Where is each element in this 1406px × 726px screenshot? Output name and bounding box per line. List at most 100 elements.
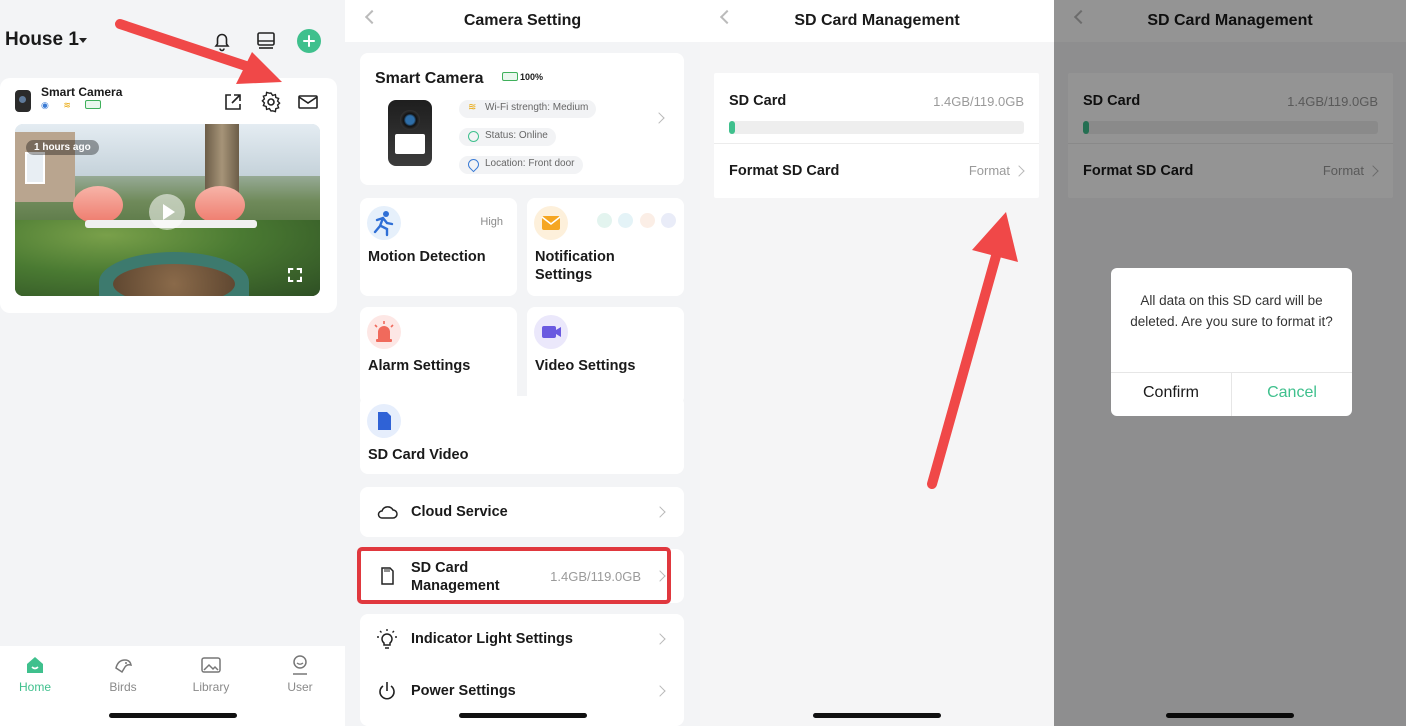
video-timestamp: 1 hours ago [26,140,99,155]
fullscreen-icon[interactable] [288,268,302,282]
home-icon [27,657,43,673]
power-settings-label[interactable]: Power Settings [411,683,516,699]
sd-card-usage: 1.4GB/119.0GB [933,94,1024,109]
battery-indicator: 100% [502,72,543,82]
camera-setting-screen: Camera Setting Smart Camera 100% ≋ Wi-Fi… [345,0,700,726]
notification-settings-tile[interactable]: Notification Settings [527,198,684,296]
sd-card-label: SD Card [729,93,787,109]
chevron-right-icon [654,506,666,518]
nav-bar: Camera Setting [345,0,700,42]
siren-icon [367,315,401,349]
layout-icon[interactable] [254,29,278,53]
alarm-settings-tile[interactable]: Alarm Settings [360,307,517,405]
battery-level: 100% [520,72,544,82]
motion-sensitivity: High [480,216,503,228]
home-indicator [458,713,587,718]
cloud-service-row[interactable]: Cloud Service [360,487,684,537]
power-icon [379,682,395,700]
format-sd-card-label[interactable]: Format SD Card [729,163,839,179]
running-person-icon [367,206,401,240]
location-pin-icon [465,156,482,173]
chevron-right-icon [653,112,665,124]
envelope-icon [534,206,568,240]
house-selector[interactable]: House 1 [5,29,79,51]
chevron-right-icon [654,633,666,645]
camera-device-image [388,100,432,166]
location-chip: Location: Front door [459,156,583,174]
camera-status-icons: ◉ ≋ [41,100,125,111]
gear-icon[interactable] [260,91,282,113]
page-title: Camera Setting [463,12,582,29]
video-settings-tile[interactable]: Video Settings [527,307,684,405]
sd-management-screen: SD Card Management SD Card 1.4GB/119.0GB… [700,0,1054,726]
add-device-button[interactable] [297,29,321,53]
indicator-light-settings-label[interactable]: Indicator Light Settings [411,631,573,647]
dialog-message: All data on this SD card will be deleted… [1130,293,1333,329]
tab-home[interactable]: Home [0,654,70,694]
sd-card-video-tile[interactable]: SD Card Video [360,396,684,474]
battery-icon [85,100,113,110]
vehicle-icon [661,213,676,228]
battery-icon [502,72,518,81]
chevron-right-icon [654,685,666,697]
bird-icon [596,213,612,228]
wifi-icon: ≋ [63,100,71,110]
home-indicator [108,713,237,718]
format-confirm-dialog: All data on this SD card will be deleted… [1111,268,1352,416]
tab-library[interactable]: Library [176,654,246,694]
home-screen: House 1 Smart Camera ◉ ≋ 1 hours ago Hom… [0,0,345,726]
live-video-preview[interactable]: 1 hours ago [15,124,320,296]
notification-type-icons [595,213,676,233]
camera-name: Smart Camera [41,85,123,99]
camera-name: Smart Camera [375,70,484,87]
chevron-down-icon[interactable] [79,38,87,43]
tab-user[interactable]: User [265,654,335,694]
cloud-icon [377,506,398,519]
status-text: Status: Online [485,130,548,141]
format-button[interactable]: Format [969,163,1010,178]
tab-label: Home [18,680,51,694]
cancel-button[interactable]: Cancel [1232,384,1352,402]
bell-icon[interactable] [210,29,234,53]
wifi-chip: ≋ Wi-Fi strength: Medium [459,100,597,118]
tab-label: User [287,680,313,694]
play-button[interactable] [149,194,185,230]
tile-label: Motion Detection [368,249,486,265]
sd-card-icon [367,404,401,438]
camera-info-card[interactable]: Smart Camera 100% ≋ Wi-Fi strength: Medi… [360,53,684,185]
tile-label: Notification Settings [535,249,615,283]
tile-label: SD Card Video [368,447,469,463]
tab-bar: Home Birds Library User [0,646,345,726]
row-label: Cloud Service [411,504,508,520]
status-icon [468,131,479,142]
tile-label: Alarm Settings [368,358,471,374]
camera-card[interactable]: Smart Camera ◉ ≋ 1 hours ago [0,78,337,313]
lightbulb-icon [377,629,397,649]
user-icon [293,655,307,675]
video-feeder-cup [195,186,245,224]
divider [714,143,1039,144]
page-title: SD Card Management [794,12,960,29]
tab-birds[interactable]: Birds [88,654,158,694]
motion-detection-tile[interactable]: High Motion Detection [360,198,517,296]
share-icon[interactable] [222,91,244,113]
storage-progress-fill [729,121,735,134]
motion-icon: ◉ [41,100,49,110]
camera-thumbnail [15,90,31,112]
confirm-button[interactable]: Confirm [1111,384,1231,402]
home-header: House 1 [0,0,345,76]
status-chip: Status: Online [459,128,556,146]
bird-icon [115,659,132,674]
tab-label: Library [192,680,230,694]
nav-bar: SD Card Management [700,0,1054,42]
tab-label: Birds [109,680,137,694]
video-camera-icon [534,315,568,349]
storage-progress-bar [729,121,1024,134]
home-indicator [813,713,941,718]
person-icon [618,213,634,228]
wifi-strength: Wi-Fi strength: Medium [485,102,589,113]
image-icon [201,657,221,673]
sd-card-management-highlight [357,547,671,604]
location-text: Location: Front door [485,158,575,169]
mail-icon[interactable] [297,91,319,113]
